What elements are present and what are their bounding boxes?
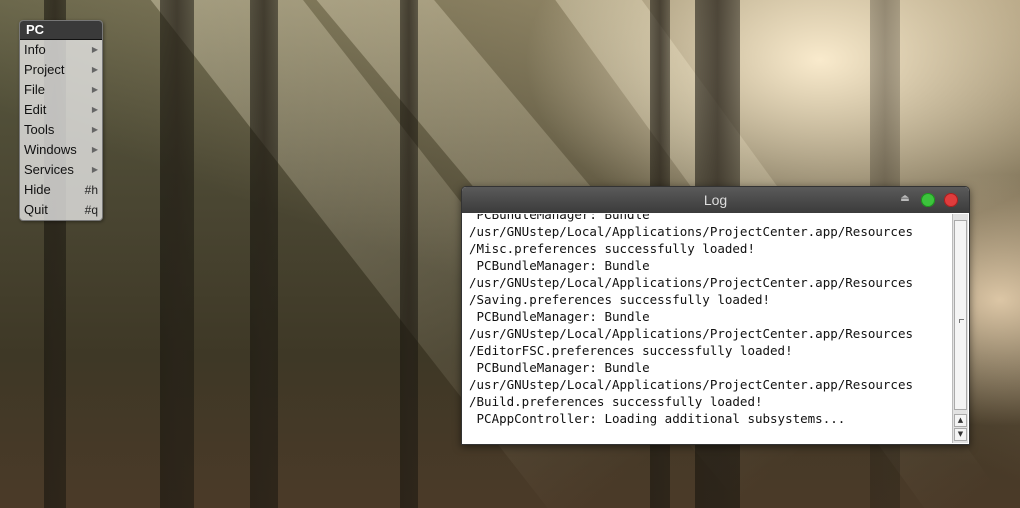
log-line: /usr/GNUstep/Local/Applications/ProjectC… xyxy=(469,377,914,392)
submenu-arrow-icon: ▶ xyxy=(91,165,98,174)
menu-item-hide[interactable]: Hide #h xyxy=(20,180,102,200)
scroll-down-button[interactable]: ▼ xyxy=(954,428,967,441)
menu-item-info[interactable]: Info ▶ xyxy=(20,40,102,60)
grip-icon xyxy=(959,319,964,323)
log-lines: PCBundleManager: Bundle/usr/GNUstep/Loca… xyxy=(469,214,913,427)
menu-shortcut: #q xyxy=(84,203,98,217)
menu-item-label: Edit xyxy=(24,102,47,117)
submenu-arrow-icon: ▶ xyxy=(91,105,98,114)
log-text-area[interactable]: PCBundleManager: Bundle/usr/GNUstep/Loca… xyxy=(462,214,951,443)
log-line: PCBundleManager: Bundle xyxy=(469,360,650,375)
scroll-knob[interactable] xyxy=(954,220,967,410)
tree-trunk xyxy=(160,0,194,508)
submenu-arrow-icon: ▶ xyxy=(91,85,98,94)
menu-item-label: Project xyxy=(24,62,65,77)
menu-title[interactable]: PC xyxy=(20,21,102,40)
log-line: PCAppController: Loading additional subs… xyxy=(469,411,846,426)
menu-item-tools[interactable]: Tools ▶ xyxy=(20,120,102,140)
log-line: /Misc.preferences successfully loaded! xyxy=(469,241,755,256)
log-line: PCBundleManager: Bundle xyxy=(469,258,650,273)
scroll-up-button[interactable]: ▲ xyxy=(954,414,967,427)
vertical-scrollbar[interactable]: ▲ ▼ xyxy=(952,214,968,443)
tree-trunk xyxy=(250,0,278,508)
menu-item-project[interactable]: Project ▶ xyxy=(20,60,102,80)
submenu-arrow-icon: ▶ xyxy=(91,125,98,134)
log-line: /usr/GNUstep/Local/Applications/ProjectC… xyxy=(469,326,914,341)
menu-item-quit[interactable]: Quit #q xyxy=(20,200,102,220)
window-titlebar[interactable]: Log ⏏ xyxy=(462,187,969,213)
menu-item-label: Quit xyxy=(24,202,48,217)
log-line: /usr/GNUstep/Local/Applications/ProjectC… xyxy=(469,224,914,239)
menu-shortcut: #h xyxy=(84,183,98,197)
log-window: Log ⏏ PCBundleManager: Bundle/usr/GNUste… xyxy=(461,186,970,445)
log-line: /usr/GNUstep/Local/Applications/ProjectC… xyxy=(469,275,914,290)
log-line: /Build.preferences successfully loaded! xyxy=(469,394,763,409)
log-line: /EditorFSC.preferences successfully load… xyxy=(469,343,793,358)
menu-items: Info ▶ Project ▶ File ▶ Edit ▶ Tools ▶ Windows ▶ Ser… xyxy=(20,40,102,220)
log-line: /Saving.preferences successfully loaded! xyxy=(469,292,771,307)
minimize-icon[interactable]: ⏏ xyxy=(900,194,910,204)
submenu-arrow-icon: ▶ xyxy=(91,65,98,74)
zoom-button[interactable] xyxy=(921,193,935,207)
submenu-arrow-icon: ▶ xyxy=(91,145,98,154)
menu-item-label: Services xyxy=(24,162,74,177)
app-menu: PC Info ▶ Project ▶ File ▶ Edit ▶ Tools ▶ Windows ▶… xyxy=(19,20,103,221)
menu-item-label: Tools xyxy=(24,122,55,137)
menu-item-label: Info xyxy=(24,42,46,57)
tree-trunk xyxy=(400,0,418,508)
menu-item-label: File xyxy=(24,82,45,97)
menu-item-windows[interactable]: Windows ▶ xyxy=(20,140,102,160)
log-line: PCBundleManager: Bundle xyxy=(469,309,650,324)
menu-item-services[interactable]: Services ▶ xyxy=(20,160,102,180)
close-button[interactable] xyxy=(944,193,958,207)
menu-item-file[interactable]: File ▶ xyxy=(20,80,102,100)
menu-item-label: Windows xyxy=(24,142,77,157)
window-title: Log xyxy=(703,192,728,208)
menu-item-label: Hide xyxy=(24,182,51,197)
log-line: PCBundleManager: Bundle xyxy=(469,214,650,222)
menu-item-edit[interactable]: Edit ▶ xyxy=(20,100,102,120)
submenu-arrow-icon: ▶ xyxy=(91,45,98,54)
